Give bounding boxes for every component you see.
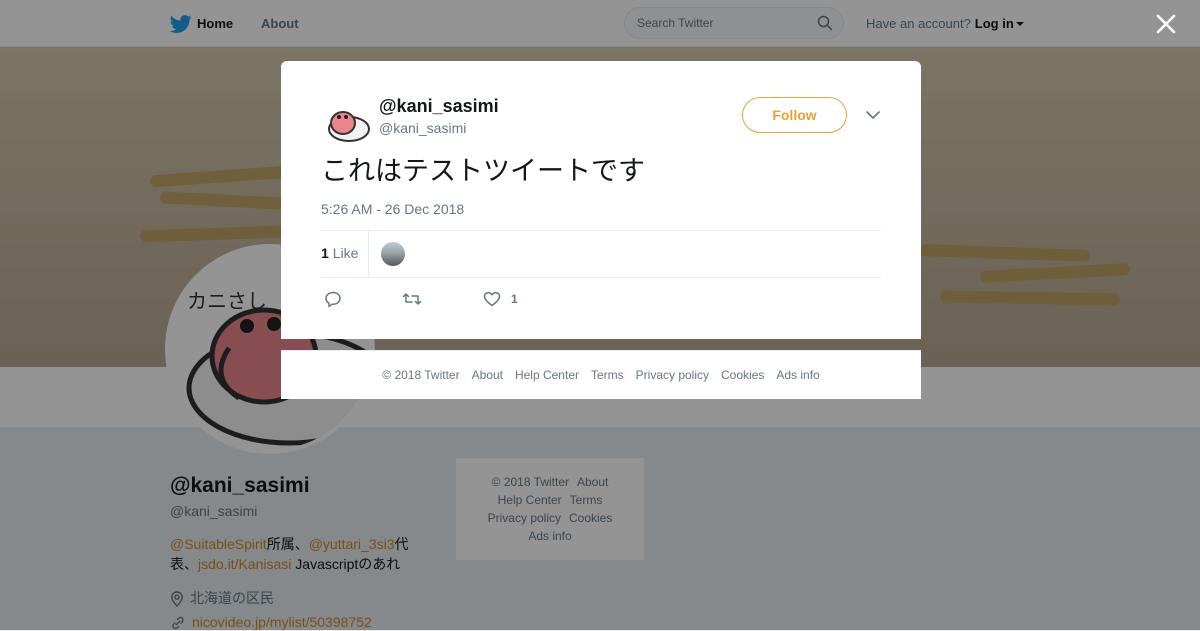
heart-icon[interactable] (483, 290, 501, 308)
divider (321, 277, 881, 278)
chevron-down-icon[interactable] (865, 109, 881, 121)
divider (368, 231, 369, 277)
tweet-author-handle[interactable]: @kani_sasimi (379, 120, 466, 136)
likes-label: Like (332, 245, 359, 261)
tweet-timestamp[interactable]: 5:26 AM - 26 Dec 2018 (321, 201, 464, 217)
retweet-icon[interactable] (402, 290, 422, 308)
liker-avatar[interactable] (381, 242, 405, 266)
likes-summary[interactable]: 1 Like (321, 245, 358, 261)
footer-help-link[interactable]: Help Center (515, 368, 579, 382)
tweet-modal: @kani_sasimi @kani_sasimi Follow これはテストツ… (281, 61, 921, 339)
footer-about-link[interactable]: About (472, 368, 503, 382)
footer-privacy-link[interactable]: Privacy policy (636, 368, 709, 382)
footer-ads-link[interactable]: Ads info (776, 368, 819, 382)
close-icon[interactable] (1152, 10, 1180, 38)
modal-footer: © 2018 Twitter About Help Center Terms P… (281, 350, 921, 399)
reply-icon[interactable] (324, 290, 342, 308)
footer-copyright: © 2018 Twitter (382, 368, 460, 382)
tweet-text: これはテストツイートです (321, 156, 645, 186)
likes-number: 1 (321, 245, 329, 261)
footer-cookies-link[interactable]: Cookies (721, 368, 764, 382)
footer-terms-link[interactable]: Terms (591, 368, 624, 382)
divider (321, 230, 881, 231)
like-action-count: 1 (511, 292, 518, 306)
tweet-author-name[interactable]: @kani_sasimi (379, 96, 499, 117)
follow-button[interactable]: Follow (742, 97, 847, 133)
tweet-author-avatar[interactable] (321, 99, 371, 145)
